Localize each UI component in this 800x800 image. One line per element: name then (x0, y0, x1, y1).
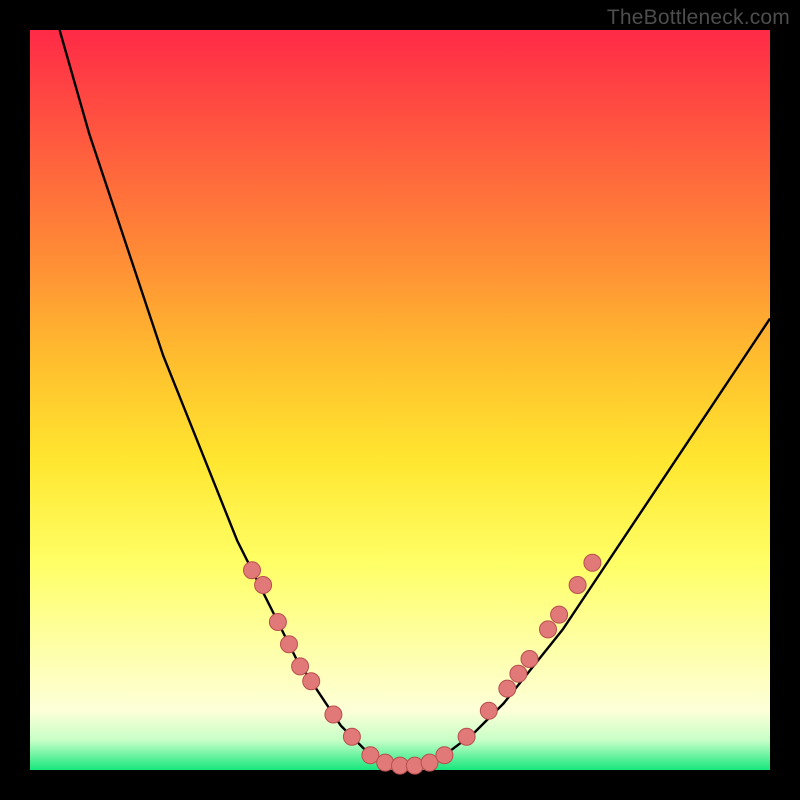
chart-svg (30, 30, 770, 770)
curve-marker (458, 728, 475, 745)
marker-group (244, 554, 601, 774)
curve-marker (406, 757, 423, 774)
watermark-text: TheBottleneck.com (607, 6, 790, 30)
curve-marker (325, 706, 342, 723)
curve-marker (584, 554, 601, 571)
chart-plot-area (30, 30, 770, 770)
curve-marker (292, 658, 309, 675)
curve-marker (269, 614, 286, 631)
bottleneck-curve (60, 30, 770, 766)
curve-marker (521, 651, 538, 668)
curve-marker (569, 577, 586, 594)
curve-marker (480, 702, 497, 719)
curve-marker (499, 680, 516, 697)
curve-marker (343, 728, 360, 745)
curve-marker (510, 665, 527, 682)
curve-marker (540, 621, 557, 638)
curve-marker (303, 673, 320, 690)
curve-marker (244, 562, 261, 579)
curve-marker (436, 747, 453, 764)
curve-marker (281, 636, 298, 653)
curve-marker (377, 754, 394, 771)
curve-marker (551, 606, 568, 623)
chart-frame: TheBottleneck.com (0, 0, 800, 800)
curve-marker (255, 577, 272, 594)
